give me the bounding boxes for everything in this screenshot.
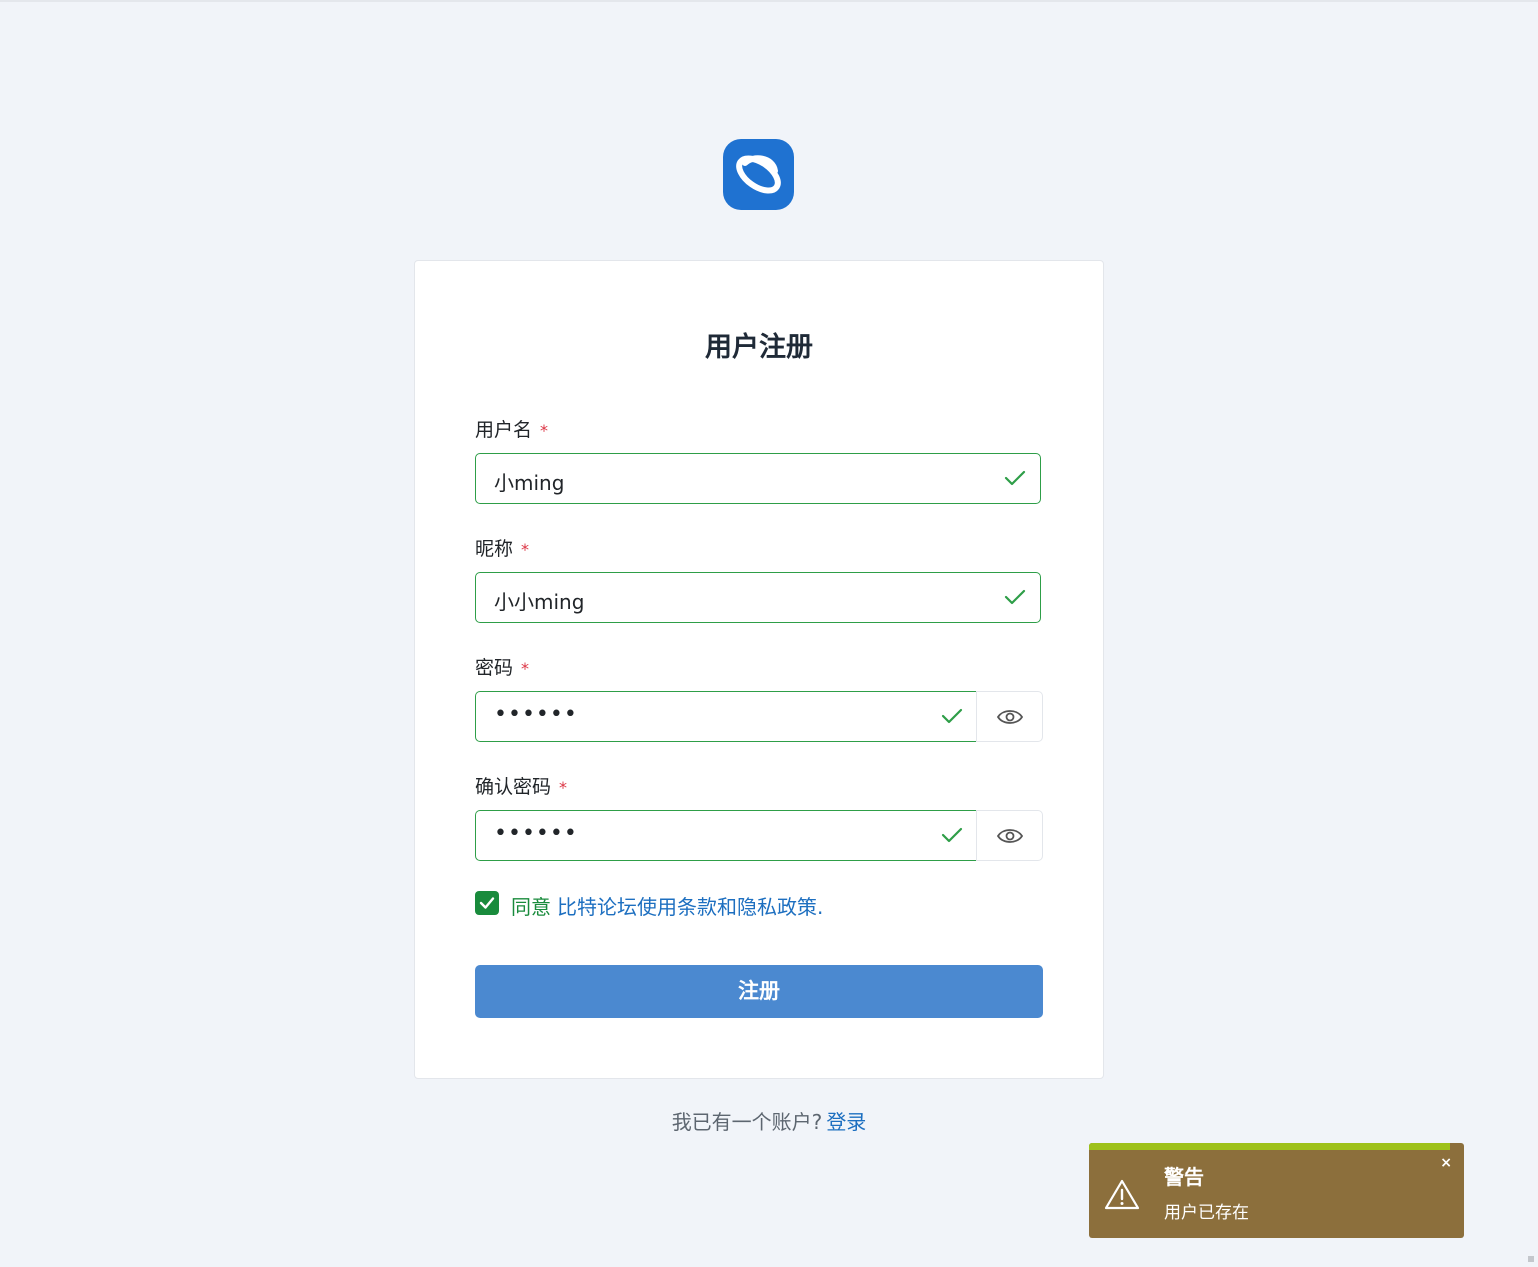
eye-icon (996, 829, 1024, 843)
terms-link[interactable]: 比特论坛使用条款和隐私政策. (557, 895, 823, 919)
nickname-label: 昵称 * (475, 538, 530, 560)
password-label: 密码 * (475, 657, 530, 679)
top-border (0, 0, 1538, 2)
login-prompt-text: 我已有一个账户? (671, 1110, 823, 1134)
required-mark: * (559, 778, 568, 797)
toggle-confirm-password-visibility-button[interactable] (976, 810, 1043, 861)
valid-check-icon (1004, 589, 1026, 605)
scrollbar-corner (1528, 1256, 1534, 1262)
eye-icon (996, 710, 1024, 724)
login-link[interactable]: 登录 (826, 1110, 866, 1134)
toggle-password-visibility-button[interactable] (976, 691, 1043, 742)
toast-progress-bar (1089, 1143, 1450, 1150)
valid-check-icon (941, 827, 963, 843)
agree-text: 同意 比特论坛使用条款和隐私政策. (511, 891, 823, 920)
checkmark-icon (479, 897, 495, 909)
password-input[interactable]: •••••• (475, 691, 977, 742)
login-prompt: 我已有一个账户? 登录 (0, 1106, 1538, 1135)
required-mark: * (521, 540, 530, 559)
password-value: •••••• (494, 702, 578, 727)
confirm-password-value: •••••• (494, 821, 578, 846)
confirm-password-label: 确认密码 * (475, 776, 568, 798)
page-title: 用户注册 (705, 332, 813, 363)
agree-prefix: 同意 (511, 895, 551, 919)
toast-message: 用户已存在 (1164, 1203, 1249, 1223)
nickname-input[interactable]: 小小ming (475, 572, 1041, 623)
nickname-value: 小小ming (494, 590, 585, 614)
agree-checkbox[interactable] (475, 891, 499, 915)
warning-toast: 警告 用户已存在 × (1089, 1143, 1464, 1238)
required-mark: * (540, 421, 549, 440)
register-card: 用户注册 用户名* 小ming 昵称* 小小ming 密码* •••••• (414, 260, 1104, 1079)
valid-check-icon (941, 708, 963, 724)
register-button[interactable]: 注册 (475, 965, 1043, 1018)
required-mark: * (521, 659, 530, 678)
app-logo (723, 139, 794, 210)
warning-icon (1104, 1179, 1140, 1210)
valid-check-icon (1004, 470, 1026, 486)
confirm-password-input[interactable]: •••••• (475, 810, 977, 861)
toast-close-button[interactable]: × (1440, 1155, 1452, 1171)
toast-title: 警告 (1164, 1165, 1204, 1189)
username-input[interactable]: 小ming (475, 453, 1041, 504)
username-value: 小ming (494, 471, 565, 495)
username-label: 用户名 * (475, 419, 549, 441)
orbit-logo-icon (736, 155, 781, 194)
